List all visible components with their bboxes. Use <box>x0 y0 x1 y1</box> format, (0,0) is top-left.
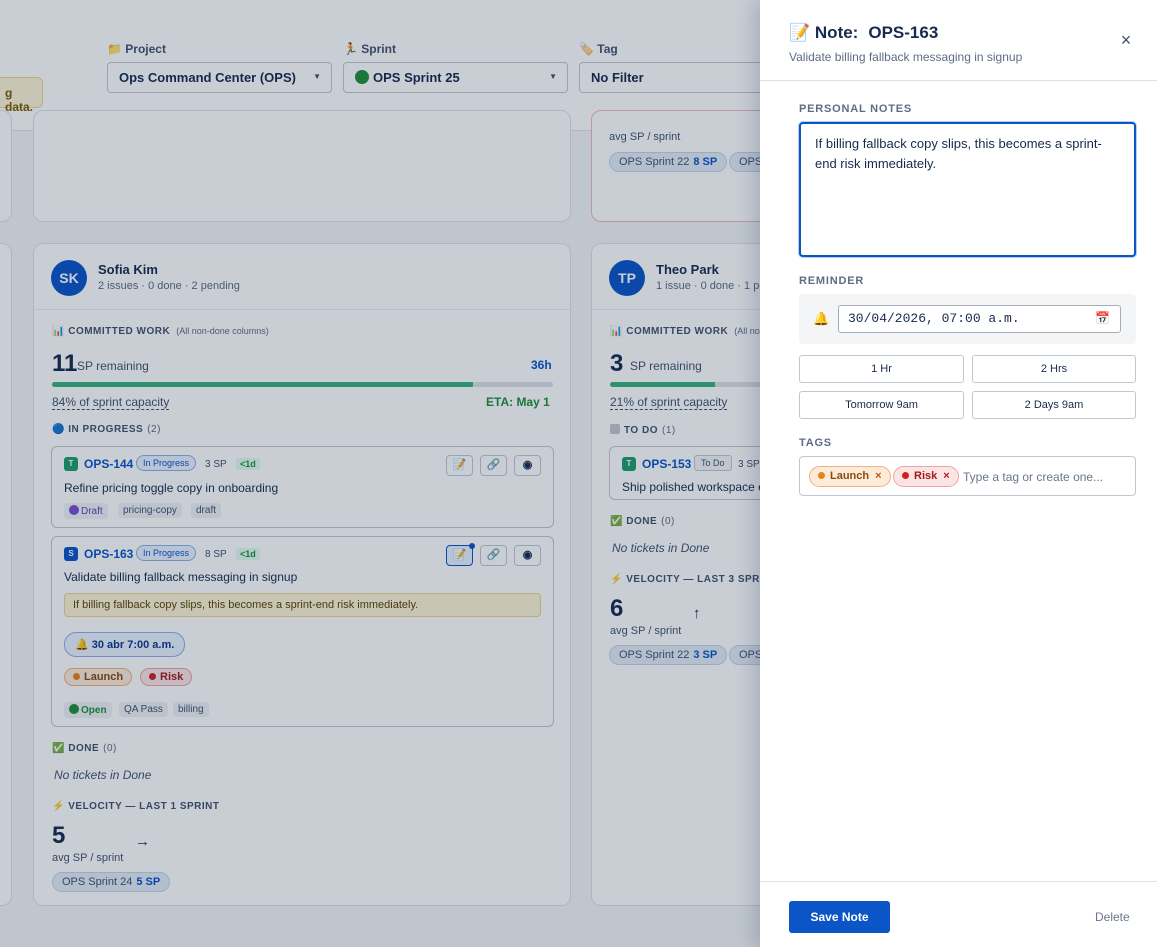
quick-reminder-1hr-button[interactable]: 1 Hr <box>799 355 964 383</box>
note-drawer: 📝 Note: OPS-163 Validate billing fallback… <box>760 0 1157 947</box>
memo-icon: 📝 <box>789 23 811 42</box>
drawer-header: 📝 Note: OPS-163 Validate billing fallback… <box>760 0 1157 81</box>
issue-title: Validate billing fallback messaging in s… <box>789 50 1023 64</box>
quick-reminder-2hrs-button[interactable]: 2 Hrs <box>972 355 1136 383</box>
reminder-datetime-input[interactable]: 30/04/2026, 07:00 a.m. 📅 <box>838 305 1121 333</box>
tags-field[interactable]: Launch × Risk × <box>799 456 1136 496</box>
red-dot-icon <box>902 472 909 479</box>
tag-chip-launch: Launch × <box>809 466 891 487</box>
drawer-title: 📝 Note: OPS-163 <box>789 23 939 42</box>
tag-input[interactable] <box>963 466 1131 487</box>
personal-notes-textarea[interactable] <box>799 122 1136 257</box>
issue-key: OPS-163 <box>868 23 939 42</box>
bell-icon: 🔔 <box>813 311 830 326</box>
remove-tag-icon[interactable]: × <box>875 470 881 482</box>
tag-chip-risk: Risk × <box>893 466 959 487</box>
orange-dot-icon <box>818 472 825 479</box>
drawer-footer: Save Note Delete <box>760 881 1157 947</box>
reminder-box: 🔔 30/04/2026, 07:00 a.m. 📅 <box>799 294 1136 344</box>
quick-reminder-2days-button[interactable]: 2 Days 9am <box>972 391 1136 419</box>
reminder-label: REMINDER <box>799 275 865 287</box>
personal-notes-label: PERSONAL NOTES <box>799 103 913 115</box>
close-icon[interactable]: × <box>1118 31 1134 49</box>
remove-tag-icon[interactable]: × <box>943 470 949 482</box>
save-note-button[interactable]: Save Note <box>789 901 890 933</box>
quick-reminder-tomorrow-button[interactable]: Tomorrow 9am <box>799 391 964 419</box>
delete-note-button[interactable]: Delete <box>1095 910 1130 924</box>
tags-label: TAGS <box>799 437 832 449</box>
calendar-icon[interactable]: 📅 <box>1095 311 1110 325</box>
